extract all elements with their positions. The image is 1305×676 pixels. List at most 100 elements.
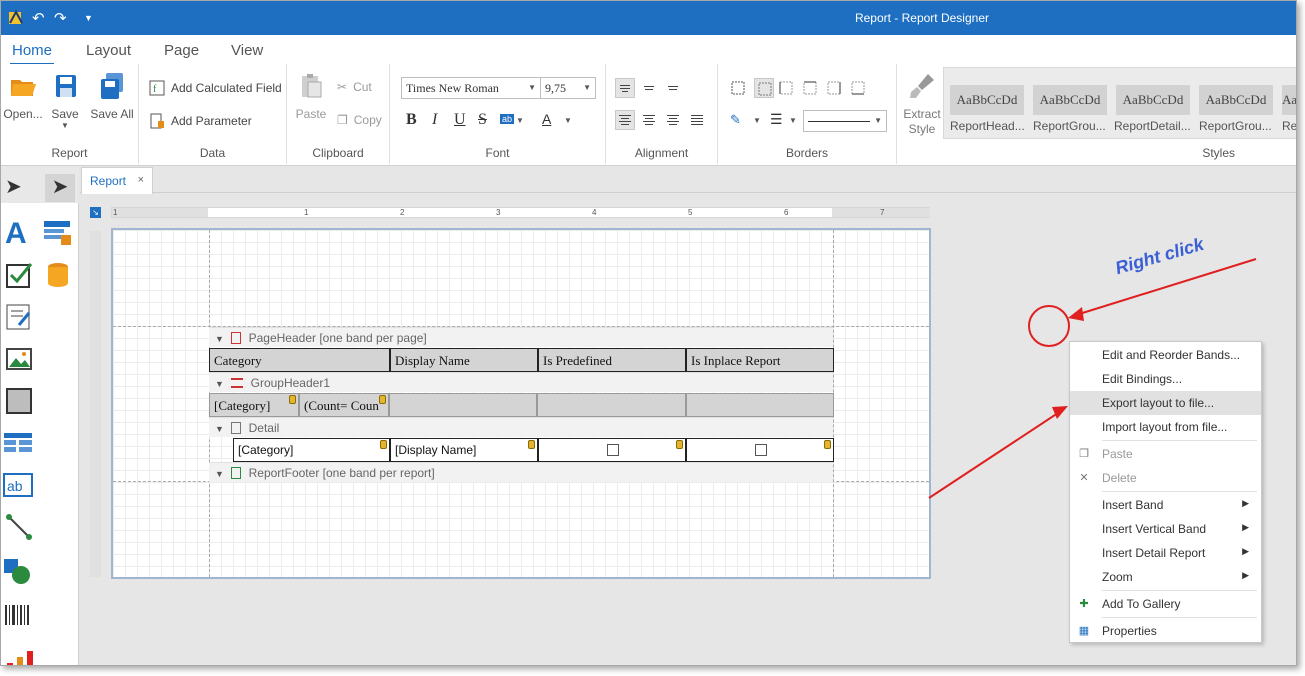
tab-report[interactable]: Report ×	[81, 167, 153, 194]
picture-tool-icon[interactable]	[5, 345, 33, 373]
chevron-down-icon[interactable]: ▼	[47, 121, 83, 130]
chevron-down-icon[interactable]: ▼	[516, 116, 524, 125]
menu-item-import-layout[interactable]: Import layout from file...	[1070, 415, 1261, 439]
chevron-down-icon[interactable]: ▼	[753, 116, 761, 125]
extract-style-button[interactable]: Extract Style	[901, 72, 943, 137]
close-icon[interactable]: ×	[138, 174, 144, 186]
align-top-center-button[interactable]	[639, 78, 659, 98]
border-left-icon[interactable]	[778, 80, 794, 96]
style-sample-1[interactable]: AaBbCcDd	[950, 85, 1024, 115]
border-bottom-icon[interactable]	[850, 80, 866, 96]
save-button[interactable]: Save ▼	[47, 72, 83, 130]
detail-cell[interactable]	[538, 438, 686, 462]
menu-item-edit-reorder-bands[interactable]: Edit and Reorder Bands...	[1070, 343, 1261, 367]
tab-view[interactable]: View	[231, 42, 263, 59]
group-cell[interactable]	[537, 393, 686, 417]
chevron-down-icon[interactable]: ▼	[789, 116, 797, 125]
richtext-tool-icon[interactable]	[5, 303, 33, 331]
style-sample-2[interactable]: AaBbCcDd	[1033, 85, 1107, 115]
align-top-left-button[interactable]	[615, 78, 635, 98]
checkbox-tool-icon[interactable]	[5, 261, 33, 289]
chart-tool-icon[interactable]	[5, 649, 33, 666]
border-none-icon[interactable]	[754, 78, 774, 98]
border-width-icon[interactable]: ☰	[770, 111, 783, 128]
ruler-mark: 7	[880, 208, 885, 217]
border-dash-style-combo[interactable]: ▼	[803, 110, 887, 132]
panel-tool-icon[interactable]	[5, 387, 33, 415]
border-right-icon[interactable]	[826, 80, 842, 96]
paste-button[interactable]: Paste	[295, 72, 327, 121]
detail-cell[interactable]: [Display Name]	[390, 438, 538, 462]
copy-button[interactable]: ❐ Copy	[337, 113, 382, 127]
style-sample-4[interactable]: AaBbCcDd	[1199, 85, 1273, 115]
select-tool-icon[interactable]: ➤	[45, 174, 75, 202]
add-calculated-field-button[interactable]: f Add Calculated Field	[149, 80, 282, 96]
italic-button[interactable]: I	[432, 111, 437, 129]
table-header-cell[interactable]: Is Predefined	[538, 348, 686, 372]
border-color-icon[interactable]: ✎	[730, 112, 741, 128]
table-header-cell[interactable]: Display Name	[390, 348, 538, 372]
cut-button[interactable]: ✂ Cut	[337, 80, 372, 94]
line-tool-icon[interactable]	[5, 513, 33, 541]
collapse-icon[interactable]: ▼	[215, 379, 224, 389]
align-center-button[interactable]	[639, 110, 659, 130]
underline-button[interactable]: U	[454, 111, 466, 129]
pointer-tool-icon[interactable]: ➤	[5, 174, 33, 202]
textbox-tool-icon[interactable]: ab	[3, 471, 33, 499]
open-button[interactable]: Open...	[3, 72, 43, 121]
collapse-icon[interactable]: ▼	[215, 424, 224, 434]
align-left-button[interactable]	[615, 110, 635, 130]
menu-item-insert-vertical-band[interactable]: Insert Vertical Band ▶	[1070, 517, 1261, 541]
menu-item-insert-band[interactable]: Insert Band ▶	[1070, 493, 1261, 517]
collapse-icon[interactable]: ▼	[215, 334, 224, 344]
strikethrough-button[interactable]: S	[478, 111, 487, 129]
collapse-icon[interactable]: ▼	[215, 469, 224, 479]
style-sample-5[interactable]: AaBbCcDd	[1282, 85, 1296, 115]
background-color-button[interactable]: ab	[500, 114, 515, 124]
shape-tool-icon[interactable]	[3, 557, 31, 585]
border-top-icon[interactable]	[802, 80, 818, 96]
menu-item-paste[interactable]: ❐ Paste	[1070, 442, 1261, 466]
font-color-button[interactable]: A	[542, 111, 551, 127]
align-justify-button[interactable]	[687, 110, 707, 130]
font-family-combo[interactable]: Times New Roman ▼	[401, 77, 541, 99]
group-cell[interactable]: [Category]	[209, 393, 299, 417]
align-right-button[interactable]	[663, 110, 683, 130]
table-header-cell[interactable]: Is Inplace Report	[686, 348, 834, 372]
band-page-header[interactable]: ▼ PageHeader [one band per page]	[209, 327, 833, 347]
menu-item-delete[interactable]: ✕ Delete	[1070, 466, 1261, 490]
group-cell[interactable]: (Count= Coun	[299, 393, 389, 417]
barcode-tool-icon[interactable]	[3, 601, 31, 629]
add-parameter-button[interactable]: Add Parameter	[149, 113, 252, 129]
menu-item-zoom[interactable]: Zoom ▶	[1070, 565, 1261, 589]
band-report-footer[interactable]: ▼ ReportFooter [one band per report]	[209, 462, 833, 482]
band-group-header[interactable]: ▼ GroupHeader1	[209, 372, 833, 392]
save-all-button[interactable]: Save All	[89, 72, 135, 121]
tab-home[interactable]: Home	[9, 42, 55, 65]
table-tool-icon[interactable]	[43, 219, 71, 247]
band-detail[interactable]: ▼ Detail	[209, 417, 833, 437]
table-header-cell[interactable]: Category	[209, 348, 390, 372]
menu-item-insert-detail-report[interactable]: Insert Detail Report ▶	[1070, 541, 1261, 565]
label-tool-icon[interactable]: A	[5, 217, 33, 250]
bold-button[interactable]: B	[406, 111, 417, 129]
border-all-icon[interactable]	[730, 80, 746, 96]
menu-item-add-to-gallery[interactable]: ✚ Add To Gallery	[1070, 592, 1261, 616]
report-page[interactable]: ▼ PageHeader [one band per page] Categor…	[111, 228, 931, 579]
group-cell[interactable]	[686, 393, 834, 417]
style-sample-3[interactable]: AaBbCcDd	[1116, 85, 1190, 115]
ruler-corner-icon[interactable]: ↘	[90, 207, 101, 218]
detail-cell[interactable]	[686, 438, 834, 462]
menu-item-edit-bindings[interactable]: Edit Bindings...	[1070, 367, 1261, 391]
detail-cell[interactable]: [Category]	[233, 438, 390, 462]
database-tool-icon[interactable]	[45, 261, 73, 289]
menu-item-export-layout[interactable]: Export layout to file...	[1070, 391, 1261, 415]
group-cell[interactable]	[389, 393, 537, 417]
tab-page[interactable]: Page	[164, 42, 199, 59]
crosstab-tool-icon[interactable]	[3, 429, 33, 457]
tab-layout[interactable]: Layout	[86, 42, 131, 59]
menu-item-properties[interactable]: ▦ Properties	[1070, 619, 1261, 643]
chevron-down-icon[interactable]: ▼	[564, 116, 572, 125]
font-size-combo[interactable]: 9,75 ▼	[540, 77, 596, 99]
align-top-right-button[interactable]	[663, 78, 683, 98]
